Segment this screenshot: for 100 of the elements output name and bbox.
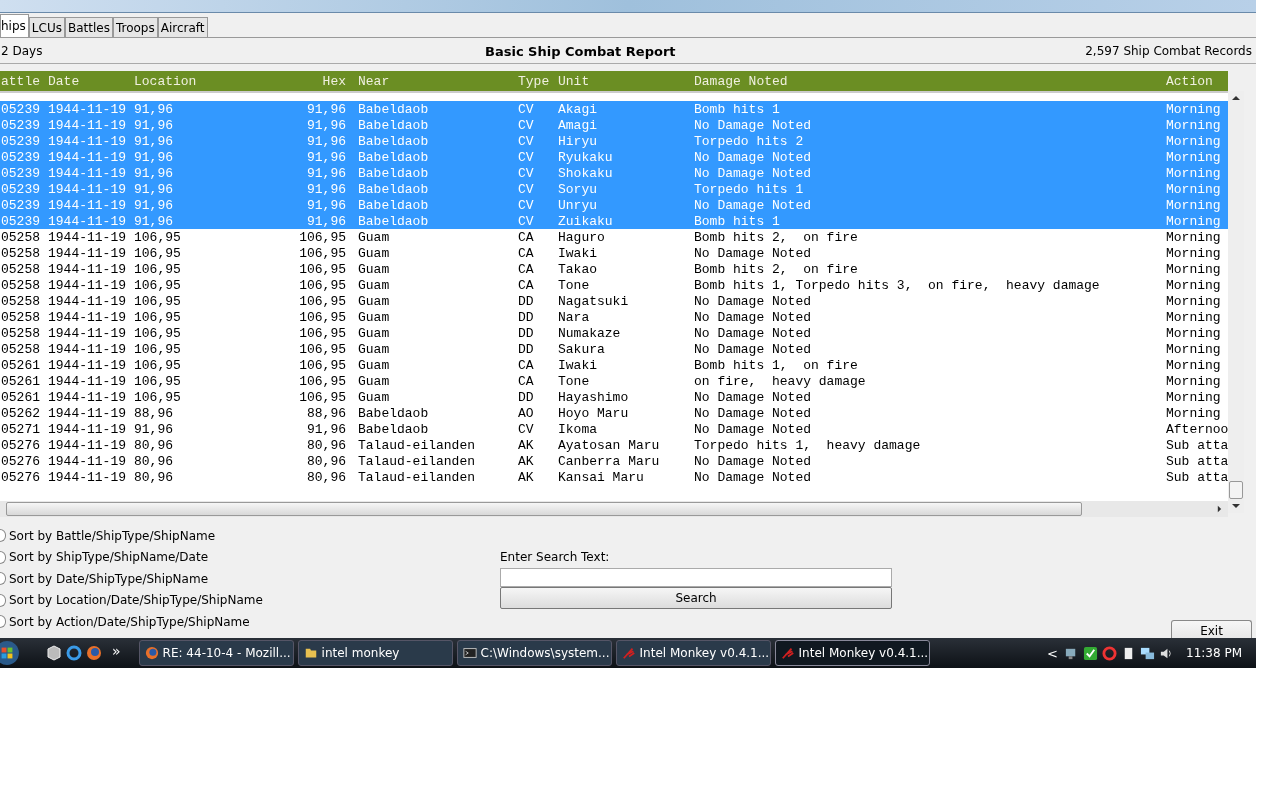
ring-icon[interactable]	[1102, 645, 1117, 661]
table-row[interactable]: 05258 1944-11-19 106,95 106,95 Guam DD Numakaze No Damage Noted Morning	[0, 325, 1228, 341]
table-cell-text: AK	[518, 469, 535, 485]
table-cell-text: 91,96	[306, 213, 346, 229]
taskbar-button[interactable]: intel monkey	[297, 640, 453, 666]
table-row[interactable]: 05258 1944-11-19 106,95 106,95 Guam CA Haguro Bomb hits 2, on fire Morning	[0, 229, 1228, 245]
table-cell-text: 106,95	[298, 245, 346, 261]
radio-label[interactable]: Sort by Action/Date/ShipType/ShipName	[9, 614, 250, 629]
table-cell-text: CV	[518, 165, 535, 181]
table-cell-text: Morning	[1166, 293, 1222, 309]
table-cell-text: No Damage Noted	[694, 245, 813, 261]
radio-label[interactable]: Sort by Date/ShipType/ShipName	[9, 571, 209, 586]
table-cell-text: 80,96	[134, 453, 174, 469]
table-cell-text: Guam	[358, 277, 391, 293]
radio-button[interactable]	[0, 572, 6, 586]
table-cell-text: 106,95	[134, 373, 182, 389]
table-cell-text: 106,95	[134, 229, 182, 245]
taskbar-button[interactable]: Intel Monkey v0.4.1...	[774, 640, 930, 666]
table-cell-text: 05258	[1, 245, 41, 261]
taskbar-button[interactable]: C:\Windows\system...	[456, 640, 612, 666]
right-arrow-icon[interactable]	[1217, 505, 1222, 513]
table-cell-text: 106,95	[134, 293, 182, 309]
table-cell-text: 91,96	[134, 117, 174, 133]
radio-button[interactable]	[0, 550, 6, 564]
table-cell-text: 1944-11-19	[48, 181, 127, 197]
table-cell-text: 1944-11-19	[48, 133, 127, 149]
table-row[interactable]: 05271 1944-11-19 91,96 91,96 Babeldaob CV Ikoma No Damage Noted Afternoo	[0, 421, 1228, 437]
table-cell-text: 1944-11-19	[48, 325, 127, 341]
table-cell-text: 05239	[1, 133, 41, 149]
table-cell-text: 106,95	[298, 261, 346, 277]
table-cell-text: Tone	[558, 277, 591, 293]
table-cell-text: Bomb hits 1	[694, 101, 781, 117]
down-arrow-icon[interactable]	[1232, 503, 1240, 509]
table-row[interactable]: 05261 1944-11-19 106,95 106,95 Guam CA Iwaki Bomb hits 1, on fire Morning	[0, 357, 1228, 373]
browser-icon[interactable]	[66, 645, 82, 661]
radio-button[interactable]	[0, 615, 6, 629]
up-arrow-icon[interactable]	[1232, 95, 1240, 101]
table-cell-text: Guam	[358, 229, 391, 245]
radio-label[interactable]: Sort by ShipType/ShipName/Date	[9, 550, 209, 565]
table-cell-text: 106,95	[134, 325, 182, 341]
table-cell-text: Morning	[1166, 165, 1222, 181]
table-cell-text: DD	[518, 341, 535, 357]
table-cell-text: Babeldaob	[358, 181, 430, 197]
table-cell-text: Canberra Maru	[558, 453, 661, 469]
horizontal-scrollbar[interactable]	[0, 501, 1228, 517]
table-cell-text: Guam	[358, 309, 391, 325]
table-row[interactable]: 05258 1944-11-19 106,95 106,95 Guam CA Iwaki No Damage Noted Morning	[0, 245, 1228, 261]
table-row[interactable]: 05262 1944-11-19 88,96 88,96 Babeldaob AO Hoyo Maru No Damage Noted Morning	[0, 405, 1228, 421]
tray-expand-icon[interactable]: <	[1047, 645, 1058, 661]
table-cell-text: Zuikaku	[558, 213, 614, 229]
tab[interactable]: Aircraft	[157, 17, 208, 37]
exit-button[interactable]: Exit	[1171, 620, 1252, 638]
table-cell-text: Morning	[1166, 181, 1222, 197]
table-cell-text: CV	[518, 181, 535, 197]
table-cell-text: 106,95	[298, 357, 346, 373]
tab[interactable]: Battles	[64, 17, 113, 37]
more-icon[interactable]: »	[112, 643, 121, 659]
table-row[interactable]: 05258 1944-11-19 106,95 106,95 Guam CA Takao Bomb hits 2, on fire Morning	[0, 261, 1228, 277]
table-row[interactable]: 05276 1944-11-19 80,96 80,96 Talaud-eilanden AK Kansai Maru No Damage Noted Sub atta	[0, 469, 1228, 485]
radio-button[interactable]	[0, 529, 6, 543]
table-cell-text: Hoyo Maru	[558, 405, 630, 421]
radio-button[interactable]	[0, 593, 6, 607]
table-cell-text: Ayatosan Maru	[558, 437, 661, 453]
table-cell-text: 106,95	[134, 341, 182, 357]
table-row[interactable]: 05276 1944-11-19 80,96 80,96 Talaud-eilanden AK Ayatosan Maru Torpedo hits 1, heavy damage Sub atta	[0, 437, 1228, 453]
table-row[interactable]: 05261 1944-11-19 106,95 106,95 Guam DD Hayashimo No Damage Noted Morning	[0, 389, 1228, 405]
table-cell-text: 80,96	[306, 453, 346, 469]
check-icon[interactable]	[1083, 645, 1098, 661]
cube-icon[interactable]	[46, 645, 62, 661]
taskbar-button[interactable]: Intel Monkey v0.4.1...	[615, 640, 771, 666]
table-row[interactable]: 05258 1944-11-19 106,95 106,95 Guam DD Nara No Damage Noted Morning	[0, 309, 1228, 325]
table-row[interactable]: 05258 1944-11-19 106,95 106,95 Guam DD Sakura No Damage Noted Morning	[0, 341, 1228, 357]
scrollbar-thumb[interactable]	[1229, 481, 1243, 499]
table-cell-text: DD	[518, 309, 535, 325]
scrollbar-thumb[interactable]	[6, 502, 1082, 516]
tab[interactable]: LCUs	[28, 17, 65, 37]
tab[interactable]: hips	[0, 14, 29, 37]
table-cell-text: CA	[518, 277, 535, 293]
search-field[interactable]	[500, 568, 892, 587]
taskbar-button[interactable]: RE: 44-10-4 - Mozill...	[138, 640, 294, 666]
table-row[interactable]: 05261 1944-11-19 106,95 106,95 Guam CA Tone on fire, heavy damage Morning	[0, 373, 1228, 389]
table-cell-text: No Damage Noted	[694, 197, 813, 213]
browser-icon[interactable]	[86, 645, 102, 661]
table-cell-text: Morning	[1166, 405, 1222, 421]
browser-icon	[144, 646, 159, 660]
table-cell-text: 1944-11-19	[48, 309, 127, 325]
table-cell-text: 106,95	[134, 277, 182, 293]
start-button-icon[interactable]	[0, 640, 20, 666]
table-cell-text: 1944-11-19	[48, 117, 127, 133]
table-cell-text: CV	[518, 421, 535, 437]
table-row[interactable]: 05258 1944-11-19 106,95 106,95 Guam CA Tone Bomb hits 1, Torpedo hits 3, on fire, heavy damage Morning	[0, 277, 1228, 293]
table-row[interactable]: 05276 1944-11-19 80,96 80,96 Talaud-eilanden AK Canberra Maru No Damage Noted Sub atta	[0, 453, 1228, 469]
radio-label[interactable]: Sort by Battle/ShipType/ShipName	[9, 528, 216, 543]
network-icon[interactable]	[1140, 645, 1155, 661]
radio-label[interactable]: Sort by Location/Date/ShipType/ShipName	[9, 593, 263, 608]
tab[interactable]: Troops	[112, 17, 158, 37]
table-cell-text: Morning	[1166, 309, 1222, 325]
search-button[interactable]: Search	[500, 587, 892, 609]
table-row[interactable]: 05258 1944-11-19 106,95 106,95 Guam DD Nagatsuki No Damage Noted Morning	[0, 293, 1228, 309]
table-cell-text: No Damage Noted	[694, 389, 813, 405]
